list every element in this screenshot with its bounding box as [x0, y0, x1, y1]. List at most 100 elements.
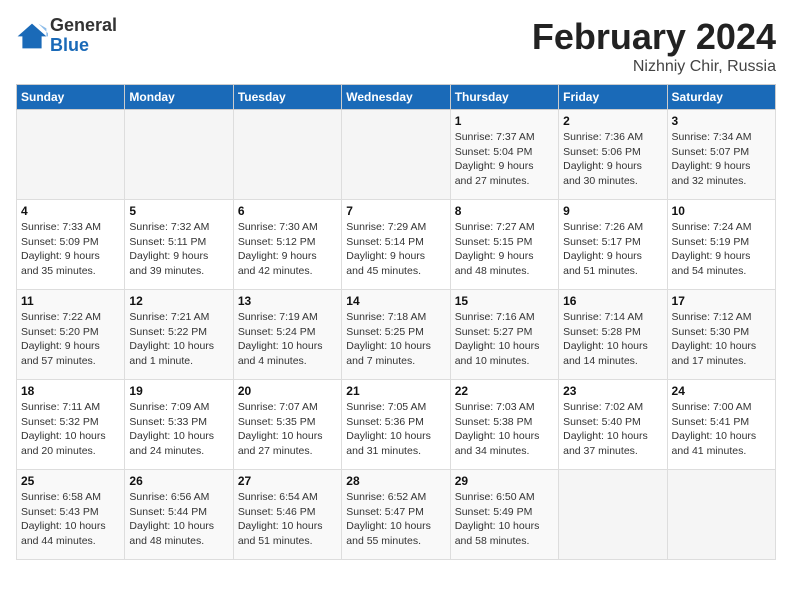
weekday-header-friday: Friday	[559, 85, 667, 110]
day-number: 26	[129, 474, 228, 488]
calendar-cell: 17 Sunrise: 7:12 AM Sunset: 5:30 PM Dayli…	[667, 290, 775, 380]
day-number: 29	[455, 474, 554, 488]
calendar-cell: 3 Sunrise: 7:34 AM Sunset: 5:07 PM Daylig…	[667, 110, 775, 200]
day-number: 15	[455, 294, 554, 308]
calendar-cell: 20 Sunrise: 7:07 AM Sunset: 5:35 PM Dayli…	[233, 380, 341, 470]
day-number: 3	[672, 114, 771, 128]
weekday-header-row: SundayMondayTuesdayWednesdayThursdayFrid…	[17, 85, 776, 110]
calendar-cell: 16 Sunrise: 7:14 AM Sunset: 5:28 PM Dayli…	[559, 290, 667, 380]
day-info: Sunrise: 7:36 AM Sunset: 5:06 PM Dayligh…	[563, 130, 662, 189]
day-info: Sunrise: 6:52 AM Sunset: 5:47 PM Dayligh…	[346, 490, 445, 549]
calendar-cell: 15 Sunrise: 7:16 AM Sunset: 5:27 PM Dayli…	[450, 290, 558, 380]
day-info: Sunrise: 7:26 AM Sunset: 5:17 PM Dayligh…	[563, 220, 662, 279]
day-info: Sunrise: 7:33 AM Sunset: 5:09 PM Dayligh…	[21, 220, 120, 279]
calendar-cell: 26Sunrise: 6:56 AM Sunset: 5:44 PM Dayli…	[125, 470, 233, 560]
day-info: Sunrise: 6:54 AM Sunset: 5:46 PM Dayligh…	[238, 490, 337, 549]
day-number: 21	[346, 384, 445, 398]
day-info: Sunrise: 7:12 AM Sunset: 5:30 PM Dayligh…	[672, 310, 771, 369]
weekday-header-sunday: Sunday	[17, 85, 125, 110]
calendar-cell: 14Sunrise: 7:18 AM Sunset: 5:25 PM Dayli…	[342, 290, 450, 380]
day-info: Sunrise: 7:34 AM Sunset: 5:07 PM Dayligh…	[672, 130, 771, 189]
calendar-week-2: 4 Sunrise: 7:33 AM Sunset: 5:09 PM Daylig…	[17, 200, 776, 290]
weekday-header-saturday: Saturday	[667, 85, 775, 110]
logo-icon	[16, 22, 48, 50]
day-info: Sunrise: 7:19 AM Sunset: 5:24 PM Dayligh…	[238, 310, 337, 369]
day-info: Sunrise: 7:27 AM Sunset: 5:15 PM Dayligh…	[455, 220, 554, 279]
day-number: 27	[238, 474, 337, 488]
calendar-table: SundayMondayTuesdayWednesdayThursdayFrid…	[16, 84, 776, 560]
calendar-cell: 24 Sunrise: 7:00 AM Sunset: 5:41 PM Dayli…	[667, 380, 775, 470]
day-number: 6	[238, 204, 337, 218]
day-info: Sunrise: 7:00 AM Sunset: 5:41 PM Dayligh…	[672, 400, 771, 459]
calendar-week-3: 11 Sunrise: 7:22 AM Sunset: 5:20 PM Dayli…	[17, 290, 776, 380]
calendar-cell: 25 Sunrise: 6:58 AM Sunset: 5:43 PM Dayli…	[17, 470, 125, 560]
calendar-cell: 6 Sunrise: 7:30 AM Sunset: 5:12 PM Daylig…	[233, 200, 341, 290]
calendar-week-5: 25 Sunrise: 6:58 AM Sunset: 5:43 PM Dayli…	[17, 470, 776, 560]
day-number: 18	[21, 384, 120, 398]
logo-blue-text: Blue	[50, 36, 117, 56]
calendar-cell: 11 Sunrise: 7:22 AM Sunset: 5:20 PM Dayli…	[17, 290, 125, 380]
day-info: Sunrise: 7:30 AM Sunset: 5:12 PM Dayligh…	[238, 220, 337, 279]
calendar-cell: 27 Sunrise: 6:54 AM Sunset: 5:46 PM Dayli…	[233, 470, 341, 560]
calendar-cell: 22 Sunrise: 7:03 AM Sunset: 5:38 PM Dayli…	[450, 380, 558, 470]
calendar-cell	[17, 110, 125, 200]
calendar-cell: 12 Sunrise: 7:21 AM Sunset: 5:22 PM Dayli…	[125, 290, 233, 380]
day-info: Sunrise: 7:22 AM Sunset: 5:20 PM Dayligh…	[21, 310, 120, 369]
weekday-header-thursday: Thursday	[450, 85, 558, 110]
day-number: 4	[21, 204, 120, 218]
calendar-cell: 18 Sunrise: 7:11 AM Sunset: 5:32 PM Dayli…	[17, 380, 125, 470]
day-number: 11	[21, 294, 120, 308]
day-number: 14	[346, 294, 445, 308]
day-number: 8	[455, 204, 554, 218]
day-number: 5	[129, 204, 228, 218]
day-number: 23	[563, 384, 662, 398]
day-number: 9	[563, 204, 662, 218]
calendar-cell: 28 Sunrise: 6:52 AM Sunset: 5:47 PM Dayli…	[342, 470, 450, 560]
calendar-cell: 9 Sunrise: 7:26 AM Sunset: 5:17 PM Daylig…	[559, 200, 667, 290]
day-number: 25	[21, 474, 120, 488]
day-number: 13	[238, 294, 337, 308]
calendar-cell: 1 Sunrise: 7:37 AM Sunset: 5:04 PM Daylig…	[450, 110, 558, 200]
day-number: 20	[238, 384, 337, 398]
day-number: 28	[346, 474, 445, 488]
day-number: 17	[672, 294, 771, 308]
day-number: 1	[455, 114, 554, 128]
day-number: 24	[672, 384, 771, 398]
day-info: Sunrise: 7:02 AM Sunset: 5:40 PM Dayligh…	[563, 400, 662, 459]
location: Nizhniy Chir, Russia	[532, 58, 776, 76]
calendar-cell: 5 Sunrise: 7:32 AM Sunset: 5:11 PM Daylig…	[125, 200, 233, 290]
day-number: 22	[455, 384, 554, 398]
day-number: 7	[346, 204, 445, 218]
day-info: Sunrise: 7:14 AM Sunset: 5:28 PM Dayligh…	[563, 310, 662, 369]
day-number: 10	[672, 204, 771, 218]
day-info: Sunrise: 6:50 AM Sunset: 5:49 PM Dayligh…	[455, 490, 554, 549]
calendar-cell: 2 Sunrise: 7:36 AM Sunset: 5:06 PM Daylig…	[559, 110, 667, 200]
day-info: Sunrise: 7:11 AM Sunset: 5:32 PM Dayligh…	[21, 400, 120, 459]
day-info: Sunrise: 7:07 AM Sunset: 5:35 PM Dayligh…	[238, 400, 337, 459]
day-info: Sunrise: 7:21 AM Sunset: 5:22 PM Dayligh…	[129, 310, 228, 369]
weekday-header-monday: Monday	[125, 85, 233, 110]
page-header: General Blue February 2024 Nizhniy Chir,…	[16, 16, 776, 76]
calendar-cell: 7Sunrise: 7:29 AM Sunset: 5:14 PM Daylig…	[342, 200, 450, 290]
calendar-cell: 21 Sunrise: 7:05 AM Sunset: 5:36 PM Dayli…	[342, 380, 450, 470]
day-number: 12	[129, 294, 228, 308]
weekday-header-wednesday: Wednesday	[342, 85, 450, 110]
weekday-header-tuesday: Tuesday	[233, 85, 341, 110]
calendar-cell: 10 Sunrise: 7:24 AM Sunset: 5:19 PM Dayli…	[667, 200, 775, 290]
day-info: Sunrise: 7:03 AM Sunset: 5:38 PM Dayligh…	[455, 400, 554, 459]
day-info: Sunrise: 7:37 AM Sunset: 5:04 PM Dayligh…	[455, 130, 554, 189]
calendar-cell	[125, 110, 233, 200]
day-info: Sunrise: 7:24 AM Sunset: 5:19 PM Dayligh…	[672, 220, 771, 279]
calendar-cell: 4 Sunrise: 7:33 AM Sunset: 5:09 PM Daylig…	[17, 200, 125, 290]
title-block: February 2024 Nizhniy Chir, Russia	[532, 16, 776, 76]
calendar-week-4: 18 Sunrise: 7:11 AM Sunset: 5:32 PM Dayli…	[17, 380, 776, 470]
day-info: Sunrise: 7:05 AM Sunset: 5:36 PM Dayligh…	[346, 400, 445, 459]
day-info: Sunrise: 7:16 AM Sunset: 5:27 PM Dayligh…	[455, 310, 554, 369]
calendar-cell: 19Sunrise: 7:09 AM Sunset: 5:33 PM Dayli…	[125, 380, 233, 470]
day-number: 2	[563, 114, 662, 128]
day-info: Sunrise: 7:32 AM Sunset: 5:11 PM Dayligh…	[129, 220, 228, 279]
day-number: 19	[129, 384, 228, 398]
calendar-cell	[559, 470, 667, 560]
day-number: 16	[563, 294, 662, 308]
day-info: Sunrise: 6:58 AM Sunset: 5:43 PM Dayligh…	[21, 490, 120, 549]
